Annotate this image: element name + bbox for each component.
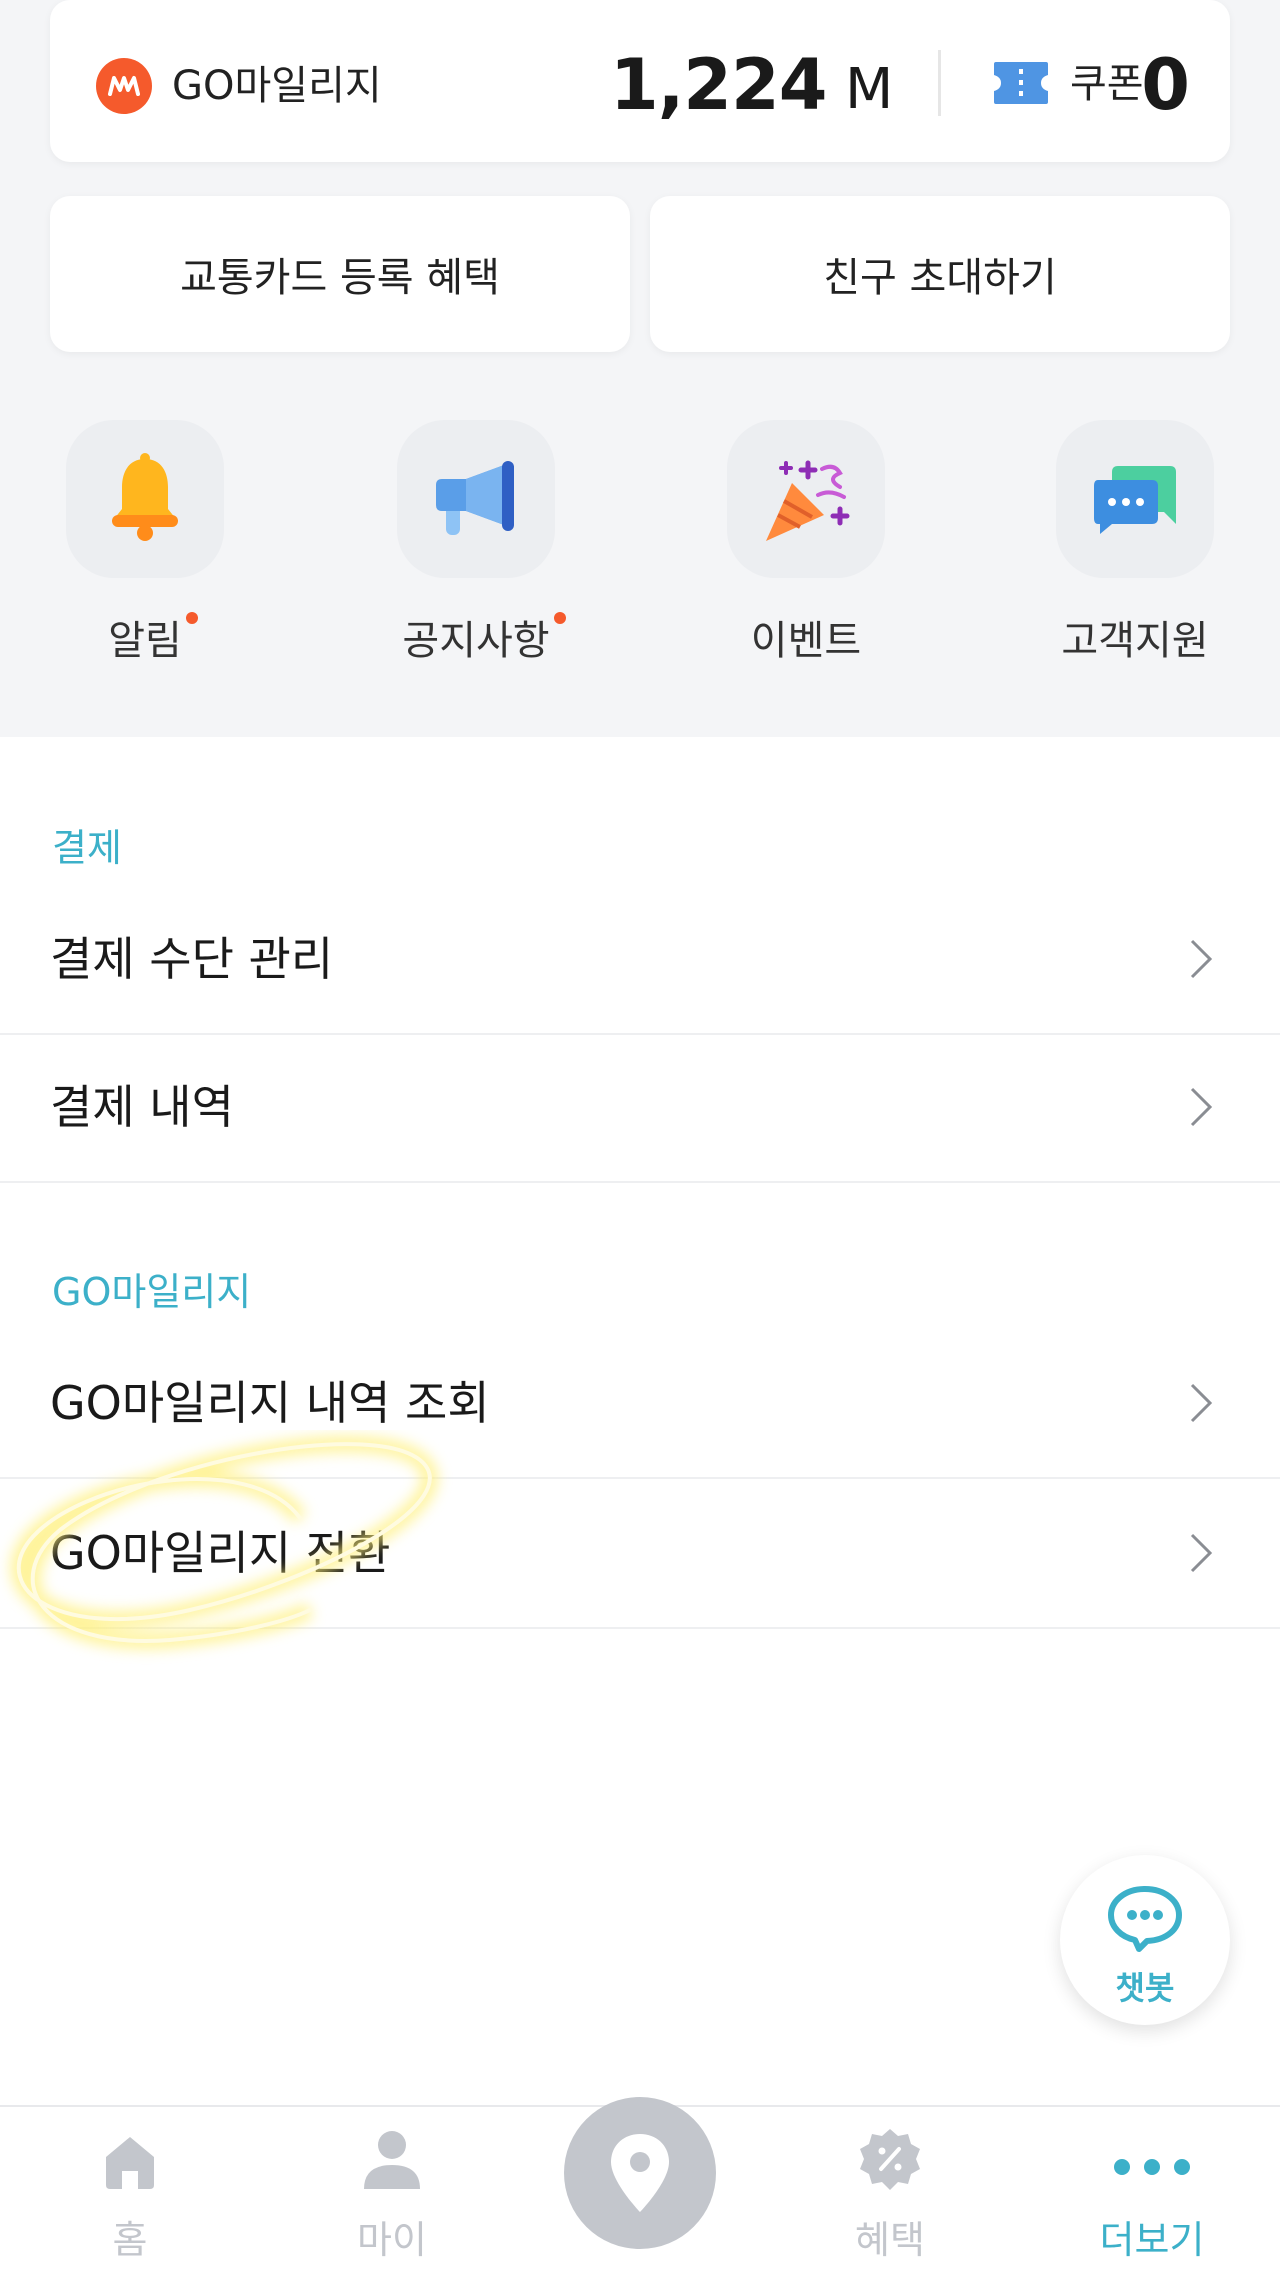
coupon-count: 0 (1141, 44, 1190, 126)
nav-label: 혜택 (855, 2218, 925, 2262)
nav-benefits[interactable]: 혜택 (790, 2107, 990, 2277)
chat-bubbles-icon (1094, 466, 1176, 534)
nav-label: 마이 (357, 2218, 427, 2262)
menu-item-mileage-history[interactable]: GO마일리지 내역 조회 (0, 1329, 1280, 1479)
shortcut-support[interactable]: 고객지원 (1055, 420, 1215, 666)
shortcut-label: 알림 (108, 608, 198, 666)
new-dot (553, 612, 566, 624)
chatbot-label: 챗봇 (1115, 1969, 1175, 2007)
shortcut-label: 공지사항 (402, 608, 566, 666)
mileage-logo-icon (96, 58, 152, 114)
shortcut-label: 이벤트 (750, 618, 862, 664)
menu-item-mileage-convert[interactable]: GO마일리지 전환 (0, 1479, 1280, 1629)
discount-badge-icon (860, 2129, 920, 2190)
menu-item-label: 결제 수단 관리 (50, 932, 334, 986)
shortcut-notices[interactable]: 공지사항 (396, 420, 566, 666)
divider (938, 50, 941, 116)
coupon-ticket-icon (994, 62, 1048, 104)
transit-card-benefit-button[interactable]: 교통카드 등록 혜택 (50, 196, 630, 352)
person-icon (364, 2131, 420, 2189)
menu-item-label: GO마일리지 내역 조회 (50, 1376, 490, 1430)
shortcut-notifications[interactable]: 알림 (65, 420, 225, 666)
chevron-right-icon (1190, 1383, 1213, 1423)
mileage-card[interactable]: GO마일리지 1,224 M 쿠폰 0 (50, 0, 1230, 162)
chevron-right-icon (1190, 1087, 1213, 1127)
coupon-label: 쿠폰 (1070, 61, 1144, 107)
chatbot-button[interactable]: 챗봇 (1060, 1855, 1230, 2025)
section-title-payment: 결제 (52, 826, 122, 870)
menu-item-label: GO마일리지 전환 (50, 1526, 391, 1580)
shortcut-tile (1056, 420, 1214, 578)
chevron-right-icon (1190, 939, 1213, 979)
mileage-unit: M (845, 57, 894, 122)
nav-home[interactable]: 홈 (30, 2107, 230, 2277)
location-pin-icon (611, 2134, 669, 2212)
shortcut-tile (66, 420, 224, 578)
shortcut-tile (727, 420, 885, 578)
chevron-right-icon (1190, 1533, 1213, 1573)
more-dots-icon (1114, 2159, 1190, 2175)
chat-bubble-icon (1108, 1886, 1182, 1952)
megaphone-icon (436, 461, 514, 535)
party-popper-icon (766, 460, 850, 541)
home-icon (106, 2137, 154, 2189)
nav-label: 더보기 (1099, 2218, 1205, 2262)
menu-item-payment-methods[interactable]: 결제 수단 관리 (0, 885, 1280, 1035)
nav-my[interactable]: 마이 (292, 2107, 492, 2277)
invite-friend-button[interactable]: 친구 초대하기 (650, 196, 1230, 352)
section-title-mileage: GO마일리지 (52, 1270, 252, 1314)
top-area: GO마일리지 1,224 M 쿠폰 0 교통카드 등록 혜택 친구 초대하기 알… (0, 0, 1280, 712)
shortcut-tile (397, 420, 555, 578)
mileage-label: GO마일리지 (172, 63, 382, 109)
shortcut-events[interactable]: 이벤트 (726, 420, 886, 666)
nav-map-center-button[interactable] (564, 2097, 716, 2249)
mileage-value: 1,224 (610, 44, 827, 126)
nav-more[interactable]: 더보기 (1052, 2107, 1252, 2277)
new-dot (185, 612, 198, 624)
bottom-nav: 홈 마이 혜택 더보기 (0, 2097, 1280, 2277)
bell-icon (112, 453, 178, 541)
menu-item-payment-history[interactable]: 결제 내역 (0, 1033, 1280, 1183)
nav-label: 홈 (112, 2218, 148, 2262)
shortcut-label: 고객지원 (1061, 618, 1209, 664)
menu-item-label: 결제 내역 (50, 1080, 234, 1134)
